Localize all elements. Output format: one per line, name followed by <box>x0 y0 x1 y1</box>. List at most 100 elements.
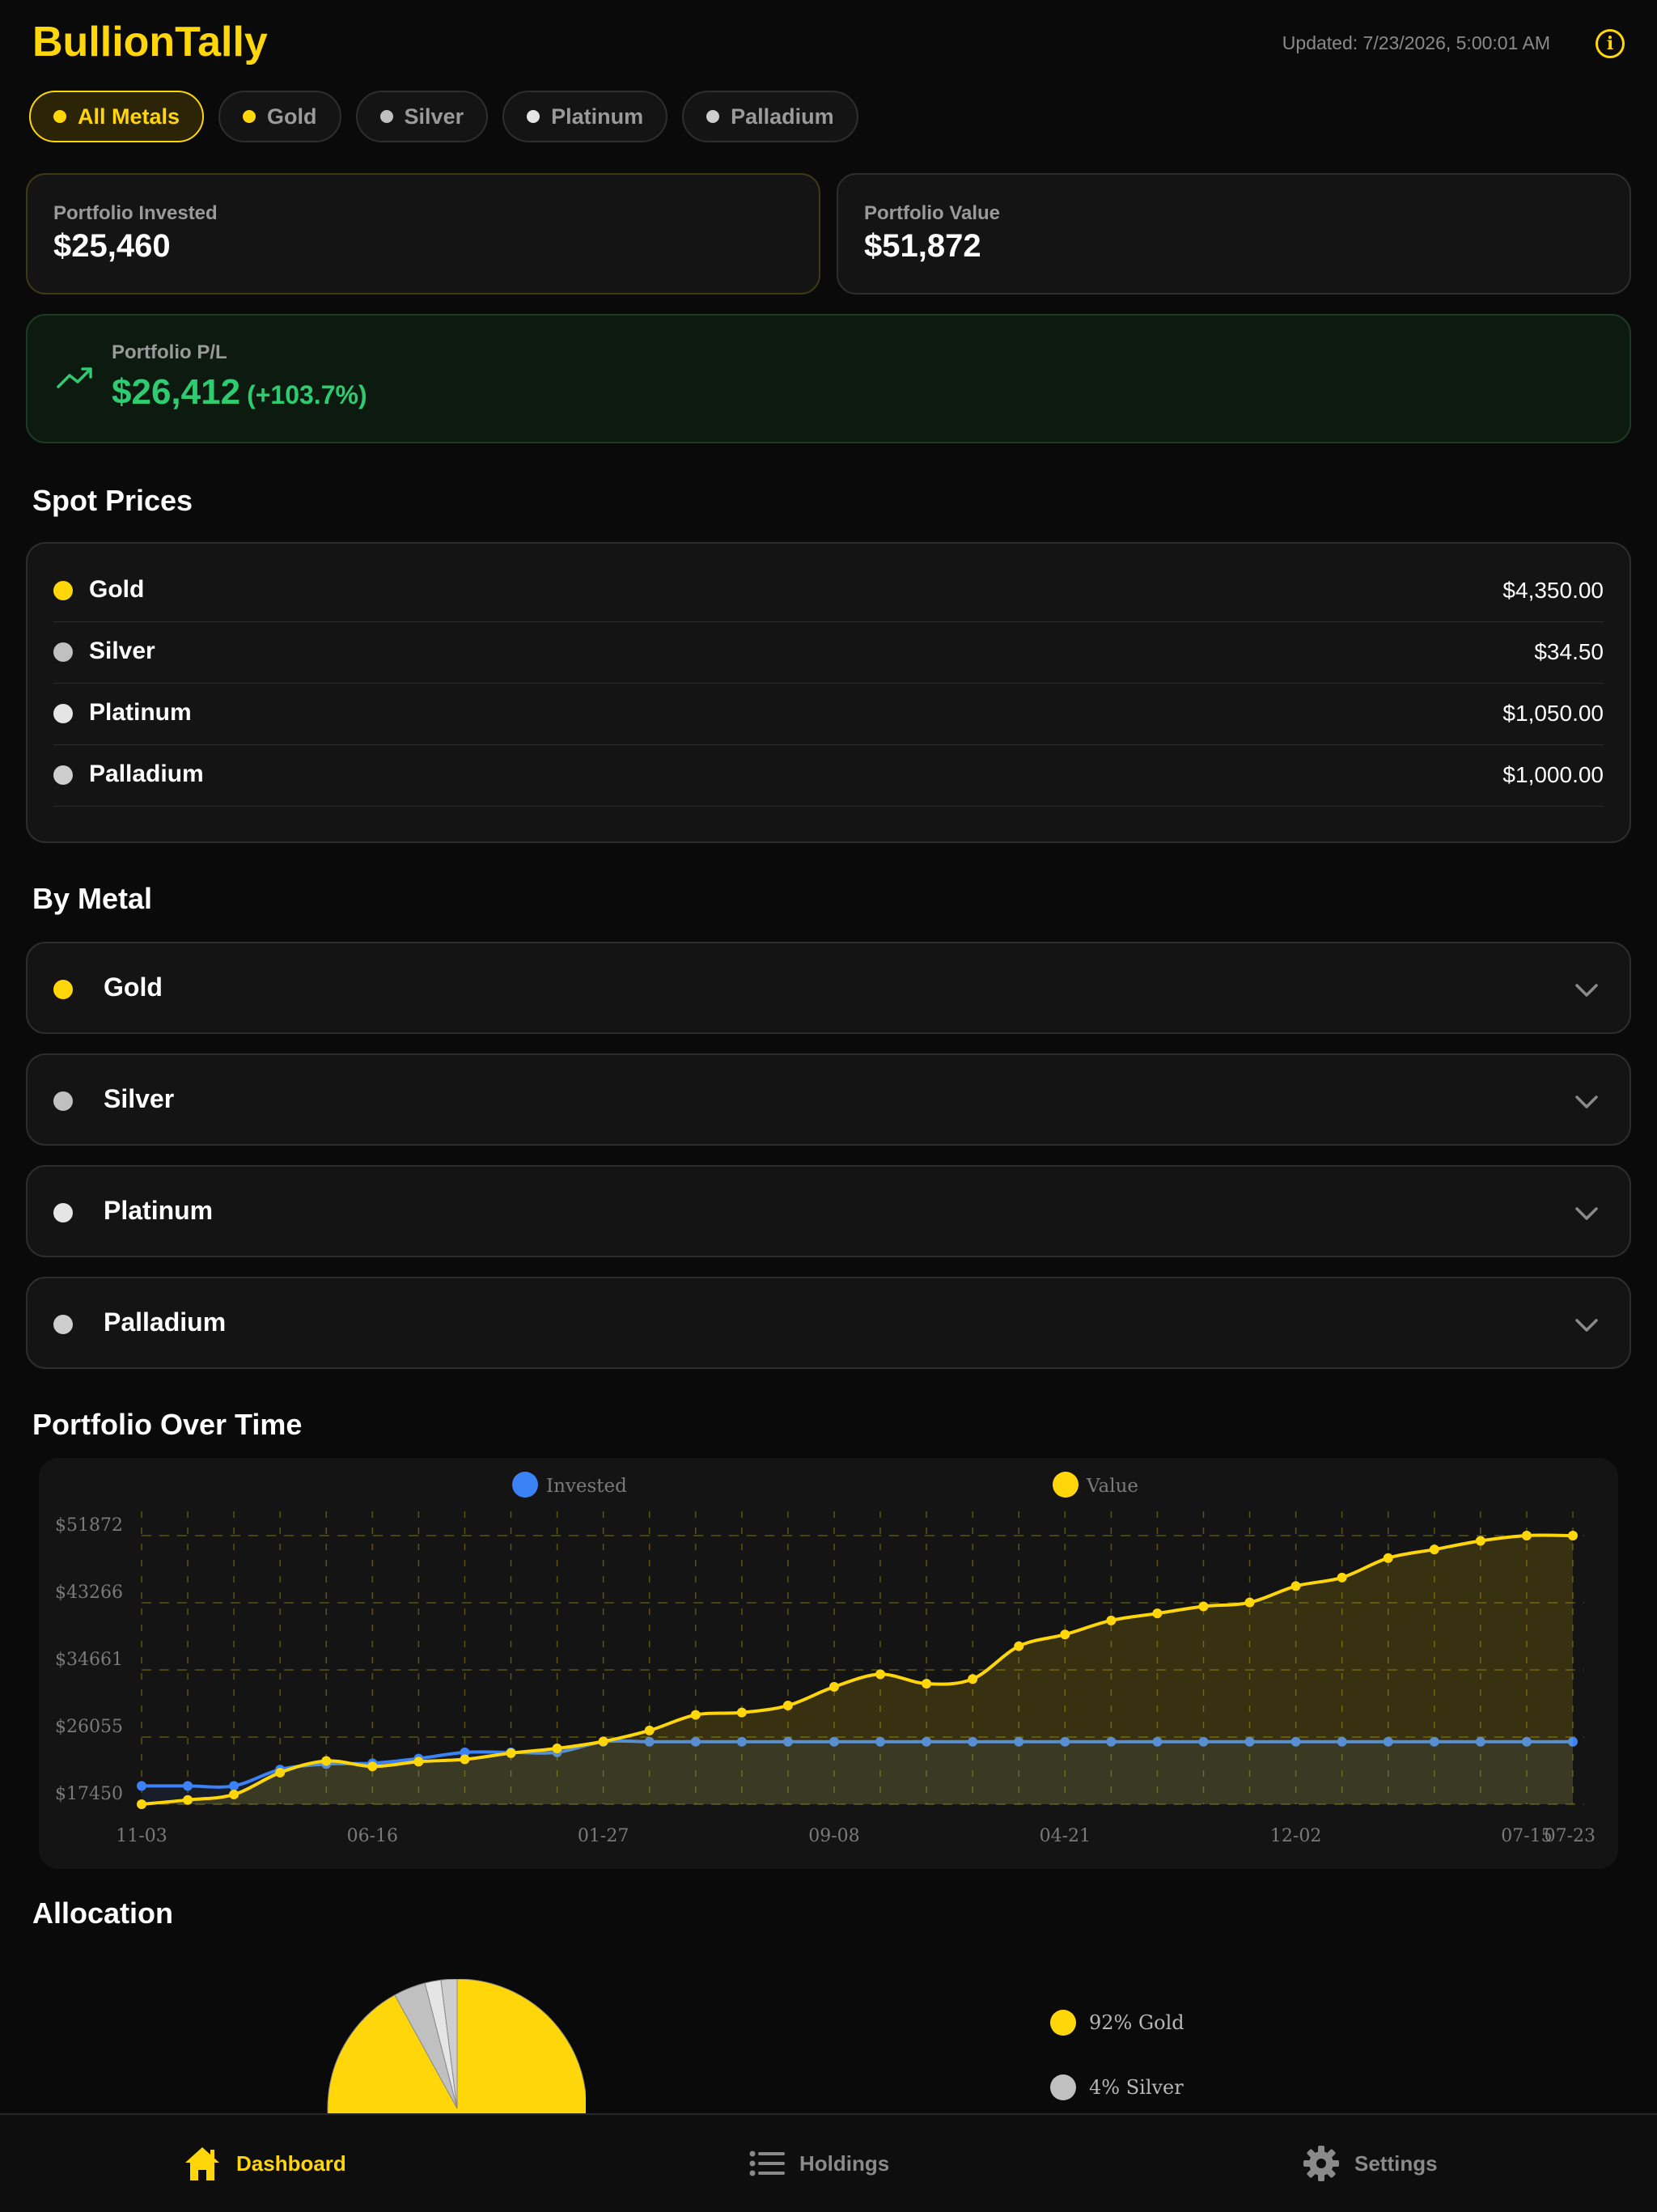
palladium-dot-icon <box>53 765 73 785</box>
chip-label: All Metals <box>78 104 180 129</box>
data-point-value <box>1475 1536 1485 1546</box>
tab-settings[interactable]: Settings <box>1303 2115 1438 2212</box>
chevron-down-icon[interactable] <box>1573 1087 1600 1115</box>
filter-chip-platinum[interactable]: Platinum <box>502 91 668 142</box>
legend-label-invested: Invested <box>546 1476 627 1497</box>
value-amount: $51,872 <box>864 228 981 264</box>
silver-dot-icon <box>1050 2074 1076 2100</box>
metal-filter-chips: All Metals Gold Silver Platinum Palladiu… <box>29 91 858 142</box>
gold-dot-icon <box>53 581 73 600</box>
metal-accordion-silver[interactable]: Silver <box>26 1053 1631 1146</box>
legend-label: 4% Silver <box>1089 2076 1184 2099</box>
metal-name: Gold <box>104 973 163 1002</box>
filter-chip-all-metals[interactable]: All Metals <box>29 91 205 142</box>
invested-label: Portfolio Invested <box>53 202 218 224</box>
data-point-value <box>552 1744 562 1754</box>
last-updated-text: Updated: 7/23/2026, 5:00:01 AM <box>1282 32 1550 53</box>
data-point-value <box>183 1795 193 1805</box>
data-point-value <box>1152 1608 1163 1619</box>
legend-row-gold: 92% Gold <box>1050 1990 1184 2055</box>
data-point-invested <box>183 1781 193 1791</box>
y-tick-label: $26055 <box>55 1717 123 1737</box>
metal-accordion-palladium[interactable]: Palladium <box>26 1277 1631 1369</box>
pl-value: $26,412 <box>112 372 241 412</box>
data-point-value <box>736 1707 747 1718</box>
metal-accordion-gold[interactable]: Gold <box>26 942 1631 1034</box>
data-point-value <box>413 1756 424 1767</box>
data-point-invested <box>229 1781 239 1791</box>
gold-dot-icon <box>1050 2010 1076 2036</box>
data-point-value <box>137 1799 146 1809</box>
x-tick-label: 12-02 <box>1270 1826 1321 1846</box>
data-point-value <box>1521 1531 1532 1540</box>
x-tick-label: 01-27 <box>578 1826 629 1846</box>
filter-chip-palladium[interactable]: Palladium <box>682 91 858 142</box>
data-point-value <box>367 1761 378 1772</box>
platinum-dot-icon <box>53 1203 73 1223</box>
spot-name: Silver <box>89 638 155 664</box>
tab-dashboard[interactable]: Dashboard <box>183 2115 346 2212</box>
tab-holdings[interactable]: Holdings <box>749 2115 889 2212</box>
spot-name: Gold <box>89 576 145 603</box>
spot-name: Palladium <box>89 761 204 787</box>
pl-amount: $26,412 (+103.7%) <box>112 372 367 413</box>
chip-label: Gold <box>267 104 317 129</box>
data-point-value <box>1568 1531 1578 1540</box>
gear-icon <box>1303 2146 1339 2181</box>
info-icon[interactable]: i <box>1596 29 1625 58</box>
portfolio-value-card: Portfolio Value $51,872 <box>837 173 1631 295</box>
chevron-down-icon[interactable] <box>1573 1311 1600 1338</box>
data-point-value <box>1290 1581 1301 1591</box>
silver-dot-icon <box>53 1091 73 1111</box>
spot-row-gold: Gold $4,350.00 <box>53 560 1604 622</box>
gold-dot-icon <box>53 980 73 999</box>
legend-dot-value <box>1053 1472 1079 1498</box>
data-point-value <box>922 1678 932 1689</box>
spot-row-palladium: Palladium $1,000.00 <box>53 744 1604 807</box>
data-point-value <box>690 1710 701 1720</box>
data-point-value <box>1244 1597 1255 1608</box>
spot-price: $1,050.00 <box>1502 701 1604 726</box>
data-point-value <box>1014 1641 1024 1651</box>
y-tick-label: $17450 <box>55 1784 123 1804</box>
data-point-value <box>644 1725 655 1735</box>
metal-name: Silver <box>104 1084 175 1113</box>
platinum-dot-icon <box>53 704 73 723</box>
pl-percent: (+103.7%) <box>247 380 367 409</box>
spot-price: $4,350.00 <box>1502 578 1604 603</box>
value-label: Portfolio Value <box>864 202 1001 224</box>
silver-dot-icon <box>53 642 73 662</box>
chip-dot-icon <box>53 110 66 123</box>
data-point-invested <box>137 1781 146 1791</box>
allocation-pie-wrapper <box>327 1978 587 2212</box>
chip-label: Palladium <box>731 104 834 129</box>
data-point-value <box>460 1754 470 1765</box>
data-point-value <box>875 1669 886 1680</box>
x-tick-label: 09-08 <box>808 1826 859 1846</box>
bottom-tab-bar: Dashboard Holdings Settings <box>0 2113 1657 2212</box>
chip-dot-icon <box>527 110 540 123</box>
chip-label: Platinum <box>551 104 644 129</box>
by-metal-title: By Metal <box>32 882 153 915</box>
x-tick-label: 07-23 <box>1545 1826 1596 1846</box>
y-tick-label: $51872 <box>55 1515 123 1536</box>
data-point-value <box>1383 1553 1393 1563</box>
chip-dot-icon <box>379 110 393 123</box>
spot-prices-card: Gold $4,350.00 Silver $34.50 Platinum $1… <box>26 542 1631 843</box>
legend-label: 92% Gold <box>1089 2011 1184 2034</box>
filter-chip-gold[interactable]: Gold <box>218 91 341 142</box>
chevron-down-icon[interactable] <box>1573 1199 1600 1227</box>
chevron-down-icon[interactable] <box>1573 976 1600 1003</box>
filter-chip-silver[interactable]: Silver <box>355 91 489 142</box>
allocation-legend: 92% Gold 4% Silver <box>1050 1990 1184 2120</box>
portfolio-line-chart: $17450 $26055 $34661 $43266 $51872 11-03 06-16… <box>55 1472 1596 1846</box>
pl-label: Portfolio P/L <box>112 341 227 363</box>
data-point-value <box>828 1681 839 1692</box>
legend-label-value: Value <box>1086 1476 1138 1497</box>
legend-dot-invested <box>512 1472 538 1498</box>
spot-row-platinum: Platinum $1,050.00 <box>53 683 1604 745</box>
data-point-value <box>968 1674 978 1684</box>
y-tick-label: $43266 <box>55 1583 123 1603</box>
spot-prices-title: Spot Prices <box>32 484 193 517</box>
metal-accordion-platinum[interactable]: Platinum <box>26 1165 1631 1257</box>
